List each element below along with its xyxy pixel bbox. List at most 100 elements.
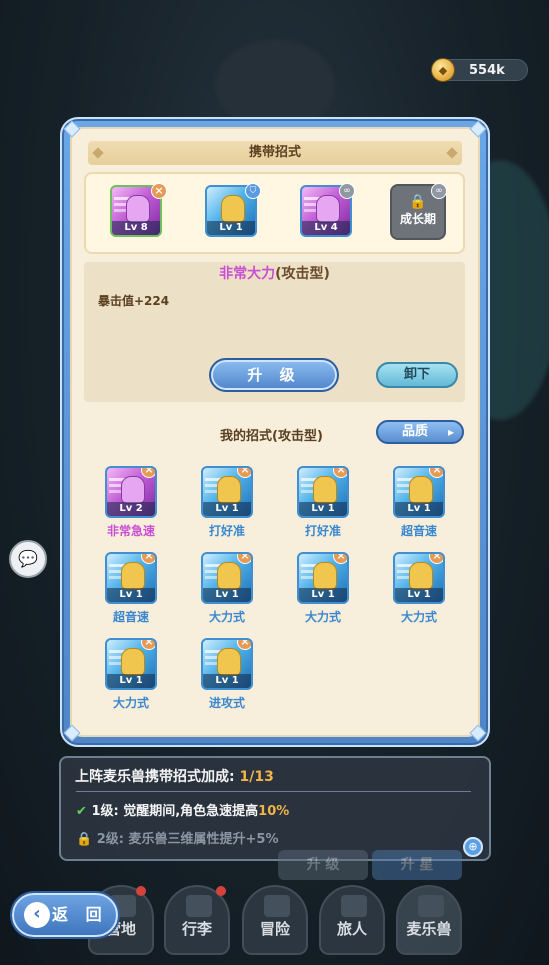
notification-dot — [216, 886, 226, 896]
skill-card[interactable]: Lv 1 × 大力式 — [197, 552, 257, 625]
link-icon: ∞ — [431, 183, 447, 199]
level-1-label: 1级: — [91, 804, 119, 819]
remove-icon[interactable]: × — [151, 183, 167, 199]
skill-name: 大力式 — [112, 696, 149, 710]
pet-icon — [418, 895, 444, 917]
skill-level: Lv 4 — [302, 221, 350, 235]
remove-icon[interactable]: × — [429, 554, 443, 564]
skill-card[interactable]: Lv 2 × 非常急速 — [101, 466, 161, 539]
level-1-text: 觉醒期间,角色急速提高 — [123, 804, 259, 819]
skill-icon: Lv 1 × — [201, 466, 253, 518]
back-label: 返 回 — [52, 905, 108, 924]
skill-level: Lv 1 — [107, 588, 155, 602]
skill-card[interactable]: Lv 1 × 超音速 — [389, 466, 449, 539]
level-2-label: 2级: — [96, 832, 124, 847]
nav-traveler-label: 旅人 — [336, 920, 367, 938]
remove-icon[interactable]: × — [237, 640, 251, 650]
skill-name: 大力式 — [304, 610, 341, 624]
skill-level: Lv 1 — [203, 502, 251, 516]
chat-icon[interactable]: 💬 — [9, 540, 47, 578]
my-skills-title: 我的招式(攻击型) — [220, 429, 323, 444]
skill-name-text: 非常大力 — [219, 266, 276, 282]
skill-card[interactable]: Lv 1 × 大力式 — [293, 552, 353, 625]
skill-icon: Lv 2 × — [105, 466, 157, 518]
skill-level: Lv 1 — [299, 588, 347, 602]
nav-pet-label: 麦乐兽 — [406, 920, 452, 938]
lock-icon: 🔒 — [76, 832, 93, 847]
shield-icon: ⛉ — [245, 183, 261, 199]
skill-icon: Lv 1 × — [201, 552, 253, 604]
skill-name: 打好准 — [304, 524, 341, 538]
back-button[interactable]: ‹ 返 回 — [12, 893, 118, 937]
bonus-count: 1/13 — [239, 769, 274, 785]
skill-icon: Lv 1 × — [201, 638, 253, 690]
skill-card[interactable]: Lv 1 × 进攻式 — [197, 638, 257, 711]
skill-name: 打好准 — [208, 524, 245, 538]
skill-level: Lv 1 — [395, 588, 443, 602]
remove-icon[interactable]: × — [237, 554, 251, 564]
skill-card[interactable]: Lv 1 × 大力式 — [389, 552, 449, 625]
creature-figure — [316, 195, 340, 223]
remove-icon[interactable]: × — [141, 468, 155, 478]
creature-figure — [217, 476, 241, 504]
bag-icon — [186, 895, 212, 917]
coin-icon: ◆ — [431, 58, 455, 82]
skill-card[interactable]: Lv 1 × 打好准 — [293, 466, 353, 539]
background-star-button: 升 星 — [372, 850, 462, 880]
skill-icon: Lv 1 × — [105, 552, 157, 604]
creature-figure — [217, 562, 241, 590]
background-upgrade-button: 升 级 — [278, 850, 368, 880]
skill-card[interactable]: Lv 1 × 超音速 — [101, 552, 161, 625]
skill-level: Lv 1 — [203, 588, 251, 602]
unload-button[interactable]: 卸下 — [376, 362, 458, 388]
zoom-icon[interactable]: ⊕ — [463, 837, 483, 857]
creature-figure — [409, 476, 433, 504]
creature-figure — [221, 195, 245, 223]
skill-level: Lv 1 — [395, 502, 443, 516]
bonus-title: 上阵麦乐兽携带招式加成: 1/13 — [75, 766, 274, 786]
skill-icon: Lv 1 × — [393, 466, 445, 518]
skill-icon: Lv 1 × — [393, 552, 445, 604]
skill-level: Lv 2 — [107, 502, 155, 516]
skill-name: 超音速 — [400, 524, 437, 538]
skill-name: 大力式 — [400, 610, 437, 624]
creature-figure — [126, 195, 150, 223]
remove-icon[interactable]: × — [141, 554, 155, 564]
quality-label: 品质 — [402, 424, 429, 439]
skill-icon: Lv 1 × — [105, 638, 157, 690]
back-arrow-icon: ‹ — [24, 902, 50, 928]
remove-icon[interactable]: × — [237, 468, 251, 478]
upgrade-button[interactable]: 升 级 — [209, 358, 339, 392]
nav-adventure-label: 冒险 — [259, 920, 290, 938]
remove-icon[interactable]: × — [141, 640, 155, 650]
notification-dot — [136, 886, 146, 896]
currency-amount: 554k — [469, 63, 505, 78]
skill-level: Lv 1 — [207, 221, 255, 235]
skill-card[interactable]: Lv 1 × 大力式 — [101, 638, 161, 711]
skill-name: 大力式 — [208, 610, 245, 624]
creature-figure — [313, 562, 337, 590]
quality-filter-button[interactable]: 品质 ▸ — [376, 420, 464, 444]
level-1-percent: 10% — [258, 804, 290, 819]
skill-name: 进攻式 — [208, 696, 245, 710]
skill-icon: Lv 1 × — [297, 466, 349, 518]
creature-figure — [121, 648, 145, 676]
remove-icon[interactable]: × — [429, 468, 443, 478]
panel-title: 携带招式 — [88, 141, 462, 165]
skill-level: Lv 8 — [112, 221, 160, 235]
creature-figure — [217, 648, 241, 676]
locked-slot-label: 成长期 — [399, 212, 436, 226]
bonus-level-2: 🔒 2级: 麦乐兽三维属性提升+5% — [76, 828, 278, 847]
creature-figure — [121, 562, 145, 590]
selected-skill-name: 非常大力(攻击型) — [0, 263, 549, 283]
nav-bag-label: 行李 — [181, 920, 212, 938]
skill-level: Lv 1 — [107, 674, 155, 688]
skill-level: Lv 1 — [299, 502, 347, 516]
skill-type-text: (攻击型) — [275, 266, 330, 282]
skill-card[interactable]: Lv 1 × 打好准 — [197, 466, 257, 539]
creature-figure — [313, 476, 337, 504]
skill-name: 超音速 — [112, 610, 149, 624]
remove-icon[interactable]: × — [333, 468, 347, 478]
creature-figure — [121, 476, 145, 504]
remove-icon[interactable]: × — [333, 554, 347, 564]
